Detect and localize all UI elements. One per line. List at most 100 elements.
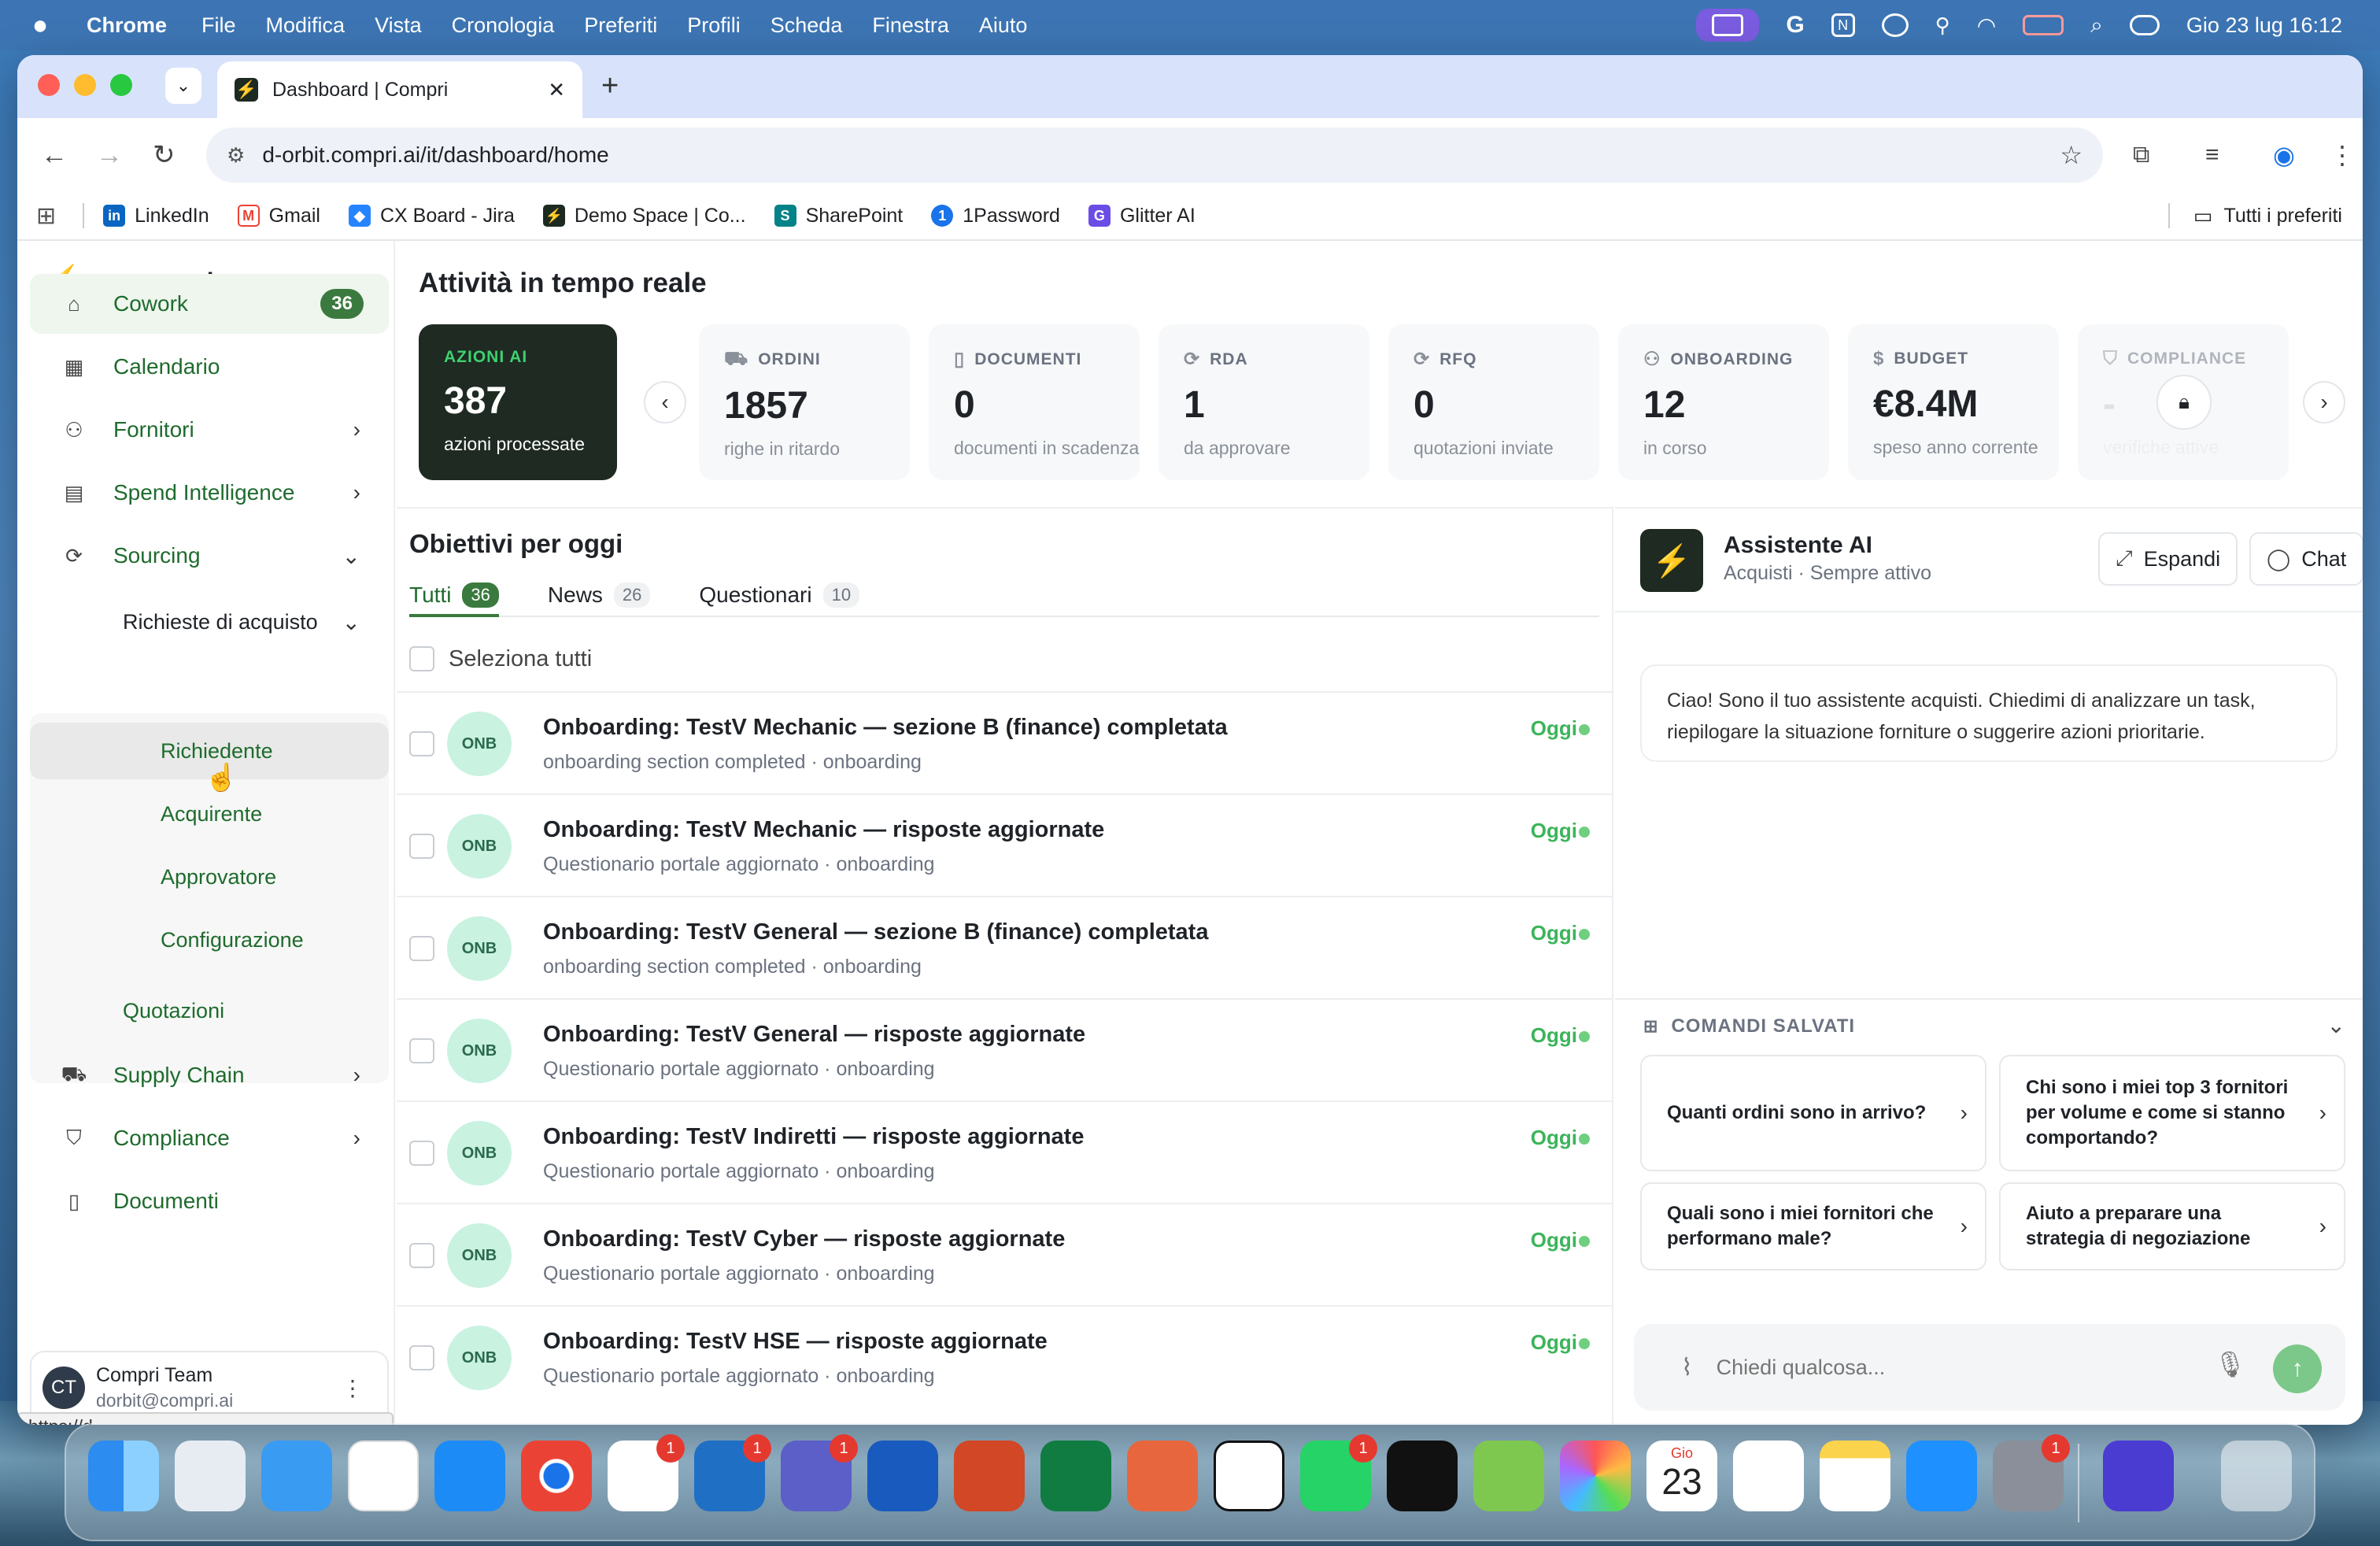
select-all[interactable]: Seleziona tutti [409, 631, 592, 686]
menubar-clock[interactable]: Gio 23 lug 16:12 [2186, 13, 2342, 38]
maximize-window-icon[interactable] [110, 74, 132, 96]
tab-tutti[interactable]: Tutti 36 [409, 575, 499, 617]
menubar-file[interactable]: File [201, 13, 236, 38]
list-item[interactable]: ONB Onboarding: TestV General — sezione … [397, 896, 1613, 998]
bookmark-star-icon[interactable]: ☆ [2060, 140, 2082, 170]
list-item[interactable]: ONB Onboarding: TestV HSE — risposte agg… [397, 1305, 1613, 1407]
sidebar-item-compliance[interactable]: ⛉ Compliance › [30, 1108, 389, 1168]
bookmark-glitter-ai[interactable]: G Glitter AI [1088, 205, 1196, 227]
menubar-app-name[interactable]: Chrome [87, 13, 167, 38]
menubar-cronologia[interactable]: Cronologia [452, 13, 555, 38]
menubar-finestra[interactable]: Finestra [872, 13, 949, 38]
sidebar-item-richiedente[interactable]: Richiedente ☝ [30, 723, 389, 793]
menubar-modifica[interactable]: Modifica [266, 13, 346, 38]
address-bar[interactable]: ⚙ d-orbit.compri.ai/it/dashboard/home ☆ [206, 128, 2103, 183]
sidebar-item-configurazione[interactable]: Configurazione [30, 912, 389, 968]
row-checkbox[interactable] [409, 834, 434, 859]
close-window-icon[interactable] [38, 74, 60, 96]
list-item[interactable]: ONB Onboarding: TestV Mechanic — rispost… [397, 793, 1613, 896]
powerpoint-icon[interactable] [954, 1441, 1025, 1511]
screen-recording-icon[interactable] [1696, 9, 1760, 42]
tab-search-icon[interactable]: ⌄ [165, 68, 201, 104]
menubar-aiuto[interactable]: Aiuto [979, 13, 1028, 38]
photos-icon[interactable] [1560, 1441, 1631, 1511]
sidebar-item-approvatore[interactable]: Approvatore [30, 849, 389, 905]
chevron-down-icon[interactable]: ⌄ [2327, 1012, 2345, 1038]
maps-icon[interactable] [1473, 1441, 1544, 1511]
kpi-card-documenti[interactable]: ▯ DOCUMENTI 0 documenti in scadenza [929, 324, 1140, 480]
tab-dashboard[interactable]: ⚡ Dashboard | Compri ✕ [217, 61, 582, 118]
mail-icon[interactable] [261, 1441, 332, 1511]
row-checkbox[interactable] [409, 936, 434, 961]
saved-command-3[interactable]: Quali sono i miei fornitori che performa… [1640, 1182, 1986, 1270]
bookmark-1password[interactable]: 1 1Password [931, 205, 1060, 227]
notes-icon[interactable] [1820, 1441, 1890, 1511]
notion-icon[interactable] [1214, 1441, 1284, 1511]
glitter-ai-icon[interactable] [2103, 1441, 2174, 1511]
apple-menu-icon[interactable]: ● [25, 10, 55, 40]
reminders-icon[interactable] [1733, 1441, 1804, 1511]
list-item[interactable]: ONB Onboarding: TestV Indiretti — rispos… [397, 1100, 1613, 1203]
slack-icon[interactable]: 1 [608, 1434, 685, 1511]
excel-icon[interactable] [1040, 1441, 1111, 1511]
saved-command-1[interactable]: Quanti ordini sono in arrivo? › [1640, 1055, 1986, 1171]
sidebar-item-fornitori[interactable]: ⚇ Fornitori › [30, 400, 389, 460]
feedback-app-icon[interactable] [348, 1441, 419, 1511]
battery-icon[interactable] [2023, 15, 2064, 35]
sidebar-item-calendario[interactable]: ▦ Calendario [30, 337, 389, 397]
grammarly-icon[interactable]: G [1786, 12, 1804, 39]
reload-icon[interactable]: ↻ [153, 139, 176, 171]
back-icon[interactable]: ← [41, 140, 68, 171]
saved-commands-header[interactable]: ⊞ COMANDI SALVATI [1643, 1015, 1855, 1037]
word-icon[interactable] [867, 1441, 938, 1511]
expand-button[interactable]: ⤢ Espandi [2098, 532, 2238, 586]
whatsapp-icon[interactable]: 1 [1300, 1434, 1377, 1511]
spotlight-search-icon[interactable]: ⌕ [2090, 13, 2103, 39]
menubar-preferiti[interactable]: Preferiti [584, 13, 657, 38]
microphone-icon[interactable]: 🎙︎ [2214, 1349, 2246, 1379]
safari-icon[interactable] [434, 1441, 505, 1511]
row-checkbox[interactable] [409, 1141, 434, 1166]
sidebar-item-cowork[interactable]: ⌂ Cowork 36 [30, 274, 389, 334]
new-tab-icon[interactable]: + [601, 69, 619, 103]
teams-icon[interactable]: 1 [781, 1434, 858, 1511]
chat-input[interactable] [1716, 1355, 2189, 1380]
sidebar-item-acquirente[interactable]: Acquirente [30, 786, 389, 842]
row-checkbox[interactable] [409, 731, 434, 756]
notion-icon[interactable]: N [1831, 13, 1855, 37]
bookmark-sharepoint[interactable]: S SharePoint [774, 205, 903, 227]
kpi-card-onboarding[interactable]: ⚇ ONBOARDING 12 in corso [1618, 324, 1829, 480]
sidebar-item-richieste-di-acquisto[interactable]: Richieste di acquisto ⌄ [30, 594, 389, 650]
row-checkbox[interactable] [409, 1345, 434, 1370]
sidebar-item-documenti[interactable]: ▯ Documenti [30, 1171, 389, 1231]
sidebar-item-supply-chain[interactable]: ⛟ Supply Chain › [30, 1045, 389, 1105]
bookmark-linkedin[interactable]: in LinkedIn [103, 205, 209, 227]
control-center-icon[interactable] [2129, 15, 2160, 35]
kpi-card-rfq[interactable]: ⟳ RFQ 0 quotazioni inviate [1388, 324, 1599, 480]
kpi-card-ordini[interactable]: ⛟ ORDINI 1857 righe in ritardo [699, 324, 910, 480]
apps-grid-icon[interactable]: ⊞ [36, 202, 56, 230]
list-item[interactable]: ONB Onboarding: TestV Cyber — risposte a… [397, 1203, 1613, 1305]
sidebar-item-spend-intelligence[interactable]: ▤ Spend Intelligence › [30, 463, 389, 523]
sidebar-item-sourcing[interactable]: ⟳ Sourcing ⌄ [30, 526, 389, 586]
select-all-checkbox[interactable] [409, 646, 434, 671]
play-icon[interactable] [1881, 13, 1909, 37]
tab-questionari[interactable]: Questionari 10 [699, 575, 860, 616]
menubar-vista[interactable]: Vista [375, 13, 422, 38]
profile-icon[interactable]: ◉ [2273, 140, 2295, 170]
extensions-icon[interactable]: ⧉ [2133, 142, 2149, 168]
url-text[interactable]: d-orbit.compri.ai/it/dashboard/home [262, 142, 608, 168]
list-item[interactable]: ONB Onboarding: TestV Mechanic — sezione… [397, 691, 1613, 793]
sidebar-item-quotazioni[interactable]: Quotazioni [30, 982, 389, 1039]
forward-icon[interactable]: → [96, 140, 123, 171]
carousel-next-button[interactable]: › [2303, 381, 2345, 423]
spotify-icon[interactable] [1387, 1441, 1458, 1511]
outlook-icon[interactable]: 1 [694, 1434, 771, 1511]
claude-icon[interactable] [1127, 1441, 1198, 1511]
carousel-prev-button[interactable]: ‹ [644, 381, 686, 423]
system-settings-icon[interactable]: 1 [1993, 1434, 2070, 1511]
chrome-menu-icon[interactable]: ⋮ [2330, 140, 2355, 170]
app-store-icon[interactable] [1906, 1441, 1977, 1511]
kpi-card-rda[interactable]: ⟳ RDA 1 da approvare [1159, 324, 1369, 480]
bookmark-demo-space[interactable]: ⚡ Demo Space | Co... [542, 205, 746, 227]
